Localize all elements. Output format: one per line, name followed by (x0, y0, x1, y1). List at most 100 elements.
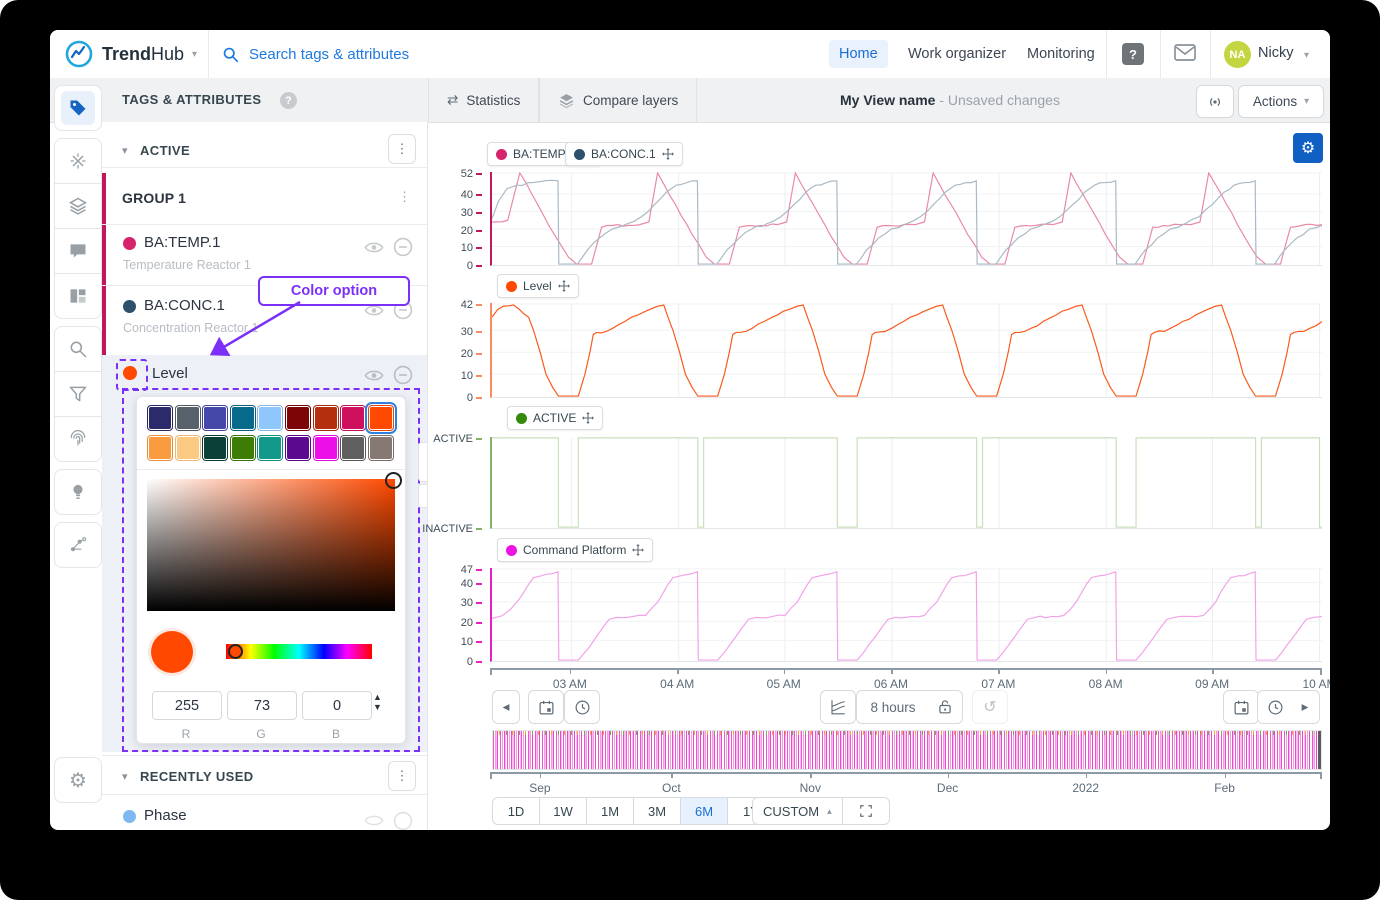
divider (102, 224, 427, 225)
rail-item-suggestions[interactable] (54, 469, 102, 515)
series-dot (506, 281, 517, 292)
axis-tick-label: 08 AM (1089, 677, 1123, 691)
legend-chip-active[interactable]: ACTIVE (507, 406, 603, 430)
chart-temp-conc[interactable]: 01020304052 (427, 172, 1322, 266)
collapse-chevron-icon[interactable]: ▾ (122, 770, 128, 783)
end-date-button[interactable] (1223, 690, 1259, 724)
series-color-dot[interactable] (123, 366, 137, 380)
axis-tick-label: 09 AM (1195, 677, 1229, 691)
chart-active-state[interactable]: ACTIVEINACTIVE (427, 437, 1322, 529)
tab-compare-layers[interactable]: Compare layers (539, 78, 697, 122)
timeline-overview-minimap[interactable] (492, 730, 1322, 770)
legend-chip-level[interactable]: Level (497, 274, 579, 298)
nav-tab-monitoring[interactable]: Monitoring (1017, 40, 1105, 68)
custom-range-button[interactable]: CUSTOM▴ (752, 797, 843, 825)
move-icon[interactable] (582, 412, 594, 424)
swap-arrows-icon: ⇄ (447, 92, 458, 108)
nav-tab-home[interactable]: Home (829, 40, 888, 68)
y-axis-tick-label: 52 (461, 168, 482, 180)
move-icon[interactable] (558, 280, 570, 292)
zoom-preset-1d[interactable]: 1D (492, 797, 540, 825)
pan-left-button[interactable]: ◂ (492, 690, 520, 724)
section-active-header[interactable]: ▾ ACTIVE ⋮ (102, 130, 427, 168)
rail-settings[interactable]: ⚙ (54, 758, 102, 803)
history-reset-button[interactable]: ↺ (972, 690, 1008, 724)
start-date-button[interactable] (528, 690, 564, 724)
actions-button[interactable]: Actions▾ (1238, 85, 1324, 118)
end-time-button[interactable] (1257, 690, 1293, 724)
filter-icon (68, 384, 88, 404)
move-icon[interactable] (632, 544, 644, 556)
tab-statistics[interactable]: ⇄ Statistics (428, 78, 539, 122)
rail-item-dashboards[interactable] (54, 273, 102, 319)
zoom-preset-1m[interactable]: 1M (587, 797, 634, 825)
axis-tick-label: Dec (937, 781, 958, 795)
username[interactable]: Nicky (1258, 45, 1293, 61)
section-menu-button[interactable]: ⋮ (388, 134, 416, 164)
panel-help-icon[interactable]: ? (280, 92, 297, 109)
lock-range-button[interactable] (928, 690, 963, 724)
visibility-eye-icon[interactable] (364, 240, 384, 255)
section-menu-button[interactable]: ⋮ (388, 761, 416, 791)
divider (1160, 30, 1161, 78)
section-label: ACTIVE (140, 143, 190, 158)
gear-icon: ⚙ (69, 768, 87, 793)
series-dot (506, 545, 517, 556)
axis-tick (677, 668, 679, 674)
brand-chevron-down-icon[interactable]: ▾ (192, 49, 197, 60)
zoom-preset-6m[interactable]: 6M (681, 797, 728, 825)
mail-icon[interactable] (1174, 44, 1196, 62)
axis-tick (1086, 772, 1088, 778)
chart-settings-button[interactable]: ⚙ (1293, 133, 1323, 163)
section-recently-used-header[interactable]: ▾ RECENTLY USED ⋮ (102, 755, 427, 795)
move-icon[interactable] (662, 148, 674, 160)
chart-level[interactable]: 010203042 (427, 303, 1322, 398)
visibility-eye-icon[interactable] (364, 813, 384, 828)
app-logo[interactable]: TrendHub ▾ (64, 39, 197, 69)
trend-mode-button[interactable] (820, 690, 856, 724)
broadcast-button[interactable] (1196, 85, 1234, 118)
remove-minus-circle-icon[interactable] (393, 365, 413, 385)
rail-item-formulas[interactable] (54, 138, 102, 184)
group-menu-button[interactable]: ⋮ (398, 189, 411, 205)
remove-minus-circle-icon[interactable] (393, 811, 413, 830)
y-axis-tick-label: 0 (467, 392, 482, 404)
time-range-button[interactable]: 8 hours (856, 690, 930, 724)
rail-item-filter[interactable] (54, 371, 102, 417)
series-color-dot[interactable] (123, 237, 136, 250)
rail-item-comments[interactable] (54, 228, 102, 274)
avatar[interactable]: NA (1224, 41, 1251, 68)
series-color-dot[interactable] (123, 300, 136, 313)
search-bar[interactable]: Search tags & attributes (222, 30, 409, 78)
pan-right-button[interactable]: ▸ (1291, 690, 1320, 724)
y-axis-tick-label: 20 (461, 617, 482, 629)
custom-range-group: CUSTOM▴ (752, 797, 890, 825)
chart-command-platform[interactable]: 01020304047 (427, 568, 1322, 662)
user-menu-chevron-down-icon[interactable]: ▾ (1304, 50, 1309, 61)
zoom-preset-3m[interactable]: 3M (634, 797, 681, 825)
rail-item-tags[interactable] (54, 85, 102, 131)
fit-frame-button[interactable] (843, 797, 890, 825)
legend-chip-command-platform[interactable]: Command Platform (497, 538, 653, 562)
help-icon[interactable]: ? (1122, 43, 1144, 65)
axis-tick (1320, 668, 1322, 674)
y-axis-tick-label: ACTIVE (433, 433, 482, 445)
collapse-chevron-icon[interactable]: ▾ (122, 144, 128, 157)
legend-chip-ba-conc-1[interactable]: BA:CONC.1 (565, 142, 683, 166)
visibility-eye-icon[interactable] (364, 368, 384, 383)
axis-tick-label: Sep (529, 781, 550, 795)
series-color-dot[interactable] (123, 810, 136, 823)
divider (1106, 30, 1107, 78)
nav-tab-work-organizer[interactable]: Work organizer (898, 40, 1016, 68)
brand-name: TrendHub (102, 44, 184, 65)
rail-item-layers[interactable] (54, 183, 102, 229)
axis-tick-label: 03 AM (553, 677, 587, 691)
tag-name: BA:CONC.1 (144, 297, 225, 314)
start-time-button[interactable] (564, 690, 600, 724)
rail-item-fingerprint[interactable] (54, 416, 102, 462)
rail-item-connections[interactable] (54, 522, 102, 568)
zoom-preset-1w[interactable]: 1W (540, 797, 587, 825)
rail-item-search[interactable] (54, 326, 102, 372)
tags-panel: ▾ ACTIVE ⋮ GROUP 1 ⋮ BA:TEMP.1 Temperatu… (102, 122, 428, 830)
remove-minus-circle-icon[interactable] (393, 237, 413, 257)
